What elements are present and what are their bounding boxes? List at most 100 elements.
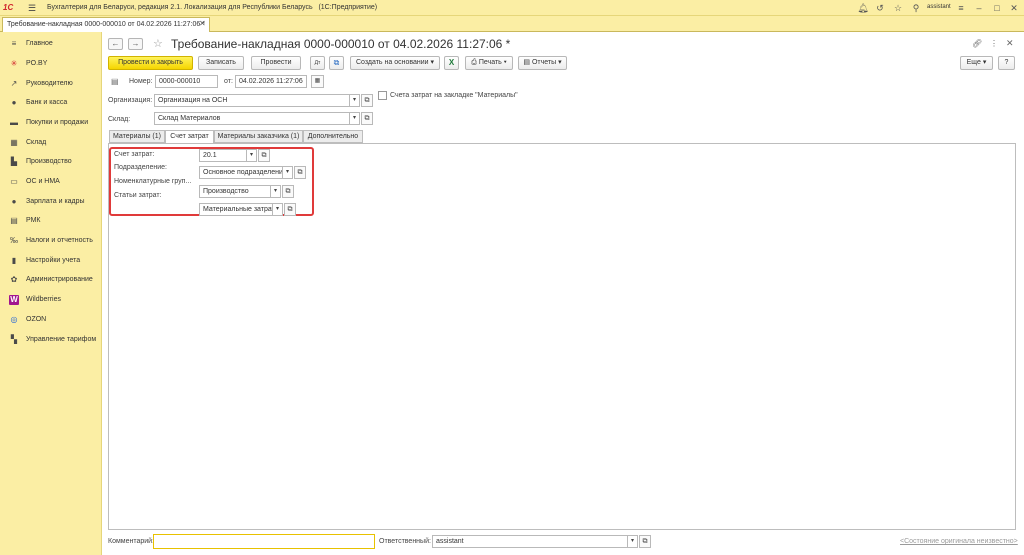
sidebar-item-rmk[interactable]: ▤ РМК [0, 213, 102, 229]
post-button[interactable]: Провести [251, 56, 301, 70]
print-button[interactable]: ⎙ Печать ▾ [465, 56, 513, 70]
tab-customer-materials[interactable]: Материалы заказчика (1) [214, 130, 303, 143]
dropdown-arrow-icon: ▾ [503, 59, 507, 66]
create-based-on-label: Создать на основании [355, 59, 429, 66]
organization-dropdown-icon[interactable]: ▾ [350, 94, 360, 107]
main-menu-icon[interactable]: ☰ [28, 3, 38, 13]
gear-icon: ✿ [10, 275, 18, 284]
sidebar-item-label: Банк и касса [26, 99, 68, 106]
department-field[interactable]: Основное подразделение [199, 166, 283, 179]
sidebar-item-label: Управление тарифом [26, 336, 97, 343]
more-vertical-icon[interactable]: ⋮ [990, 39, 998, 48]
app-title-text: Бухгалтерия для Беларуси, редакция 2.1. … [47, 4, 313, 11]
link-icon[interactable]: 🔗︎ [972, 39, 982, 48]
reports-button[interactable]: ▤ Отчеты ▾ [518, 56, 567, 70]
help-button[interactable]: ? [998, 56, 1015, 70]
sidebar-item-main[interactable]: ≡ Главное [0, 36, 102, 52]
department-label: Подразделение: [114, 164, 167, 171]
sidebar-item-poby[interactable]: ✳ PO.BY [0, 56, 102, 72]
structure-icon[interactable]: ⧉ [329, 56, 344, 70]
sidebar-item-taxes[interactable]: ‰ Налоги и отчетность [0, 233, 102, 249]
responsible-open-icon[interactable]: ⧉ [639, 535, 651, 548]
department-open-icon[interactable]: ⧉ [294, 166, 306, 179]
sidebar-item-warehouse[interactable]: ▦ Склад [0, 135, 102, 151]
sidebar-item-label: РМК [26, 217, 41, 224]
cost-accounts-checkbox[interactable] [378, 91, 387, 100]
warehouse-dropdown-icon[interactable]: ▾ [350, 112, 360, 125]
warehouse-open-icon[interactable]: ⧉ [361, 112, 373, 125]
tariff-icon: ▚ [10, 335, 18, 344]
excel-icon[interactable]: X [444, 56, 459, 70]
sidebar-item-salary[interactable]: ● Зарплата и кадры [0, 194, 102, 210]
factory-icon: ▙ [10, 157, 18, 166]
close-tab-icon[interactable]: ✕ [199, 19, 206, 28]
nomenclature-group-dropdown-icon[interactable]: ▾ [271, 185, 281, 198]
sidebar-item-purchases[interactable]: ▬ Покупки и продажи [0, 115, 102, 131]
ozon-icon: ◎ [10, 315, 18, 324]
warehouse-label: Склад: [108, 116, 131, 123]
cost-item-open-icon[interactable]: ⧉ [284, 203, 296, 216]
cost-account-field[interactable]: 20.1 [199, 149, 247, 162]
tab-materials[interactable]: Материалы (1) [109, 130, 165, 143]
cost-item-field[interactable]: Материальные затраты [199, 203, 273, 216]
department-dropdown-icon[interactable]: ▾ [283, 166, 293, 179]
sidebar-item-wildberries[interactable]: W Wildberries [0, 292, 102, 308]
minimize-icon[interactable]: – [973, 2, 985, 14]
sidebar-item-tariff[interactable]: ▚ Управление тарифом [0, 332, 102, 348]
responsible-field[interactable]: assistant [432, 535, 628, 548]
window-tab-document[interactable]: Требование-накладная 0000-000010 от 04.0… [2, 17, 210, 32]
user-name[interactable]: assistant [927, 4, 951, 10]
create-based-on-button[interactable]: Создать на основании ▾ [350, 56, 440, 70]
cost-item-dropdown-icon[interactable]: ▾ [273, 203, 283, 216]
settings-menu-icon[interactable]: ≡ [955, 2, 967, 14]
nomenclature-group-field[interactable]: Производство [199, 185, 271, 198]
save-button[interactable]: Записать [198, 56, 244, 70]
favorite-star-icon[interactable]: ☆ [153, 37, 163, 50]
sidebar-item-label: Зарплата и кадры [26, 198, 85, 205]
title-bar: 1С ☰ Бухгалтерия для Беларуси, редакция … [0, 0, 1024, 16]
bell-icon[interactable]: 🔔︎ [857, 2, 869, 14]
nomenclature-group-open-icon[interactable]: ⧉ [282, 185, 294, 198]
more-button[interactable]: Еще ▾ [960, 56, 993, 70]
sidebar-item-label: ОС и НМА [26, 178, 60, 185]
movements-icon[interactable]: Дт [310, 56, 325, 70]
sidebar-item-administration[interactable]: ✿ Администрирование [0, 272, 102, 288]
warehouse-field[interactable]: Склад Материалов [154, 112, 350, 125]
original-status-link[interactable]: <Состояние оригинала неизвестно> [900, 538, 1018, 545]
sidebar-item-label: Руководителю [26, 80, 73, 87]
star-icon[interactable]: ☆ [892, 2, 904, 14]
tab-additional[interactable]: Дополнительно [303, 130, 363, 143]
sidebar-item-accounting-settings[interactable]: ▮ Настройки учета [0, 253, 102, 269]
page-title: Требование-накладная 0000-000010 от 04.0… [171, 37, 511, 51]
forward-button[interactable]: → [128, 38, 143, 50]
post-and-close-button[interactable]: Провести и закрыть [108, 56, 193, 70]
sidebar-item-bank[interactable]: ● Банк и касса [0, 95, 102, 111]
date-field[interactable]: 04.02.2026 11:27:06 [235, 75, 307, 88]
comment-field[interactable] [153, 534, 375, 549]
organization-field[interactable]: Организация на ОСН [154, 94, 350, 107]
search-icon[interactable]: ⚲ [910, 2, 922, 14]
poby-icon: ✳ [10, 59, 18, 68]
close-form-icon[interactable]: ✕ [1006, 38, 1014, 49]
sidebar-item-label: Wildberries [26, 296, 62, 303]
sidebar-item-fixed-assets[interactable]: ▭ ОС и НМА [0, 174, 102, 190]
maximize-icon[interactable]: □ [991, 2, 1003, 14]
back-button[interactable]: ← [108, 38, 123, 50]
number-field[interactable]: 0000-000010 [155, 75, 218, 88]
sidebar-item-label: Настройки учета [26, 257, 81, 264]
sidebar-item-label: PO.BY [26, 60, 48, 67]
sidebar-item-manager[interactable]: ↗ Руководителю [0, 76, 102, 92]
sidebar-item-production[interactable]: ▙ Производство [0, 154, 102, 170]
close-window-icon[interactable]: ✕ [1008, 2, 1020, 14]
tab-cost-account[interactable]: Счет затрат [165, 130, 214, 144]
sidebar-item-label: OZON [26, 316, 47, 323]
history-icon[interactable]: ↺ [874, 2, 886, 14]
sidebar-item-ozon[interactable]: ◎ OZON [0, 312, 102, 328]
responsible-dropdown-icon[interactable]: ▾ [628, 535, 638, 548]
sidebar-item-label: Главное [26, 40, 53, 47]
main-icon: ≡ [11, 39, 17, 48]
organization-open-icon[interactable]: ⧉ [361, 94, 373, 107]
cost-account-open-icon[interactable]: ⧉ [258, 149, 270, 162]
calendar-icon[interactable]: ▦ [311, 75, 324, 88]
cost-account-dropdown-icon[interactable]: ▾ [247, 149, 257, 162]
